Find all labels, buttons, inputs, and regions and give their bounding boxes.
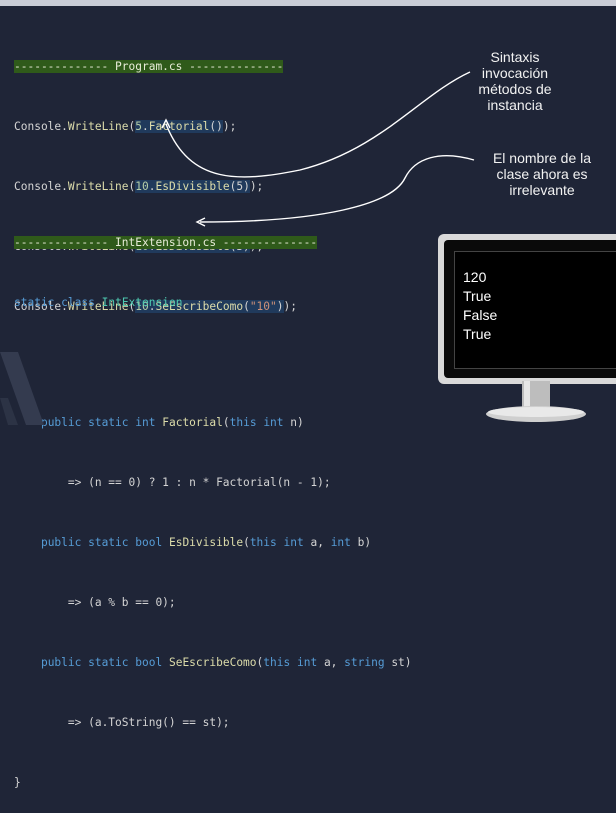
output-line-1: 120 [463,269,487,285]
console-output: 120 True False True [463,268,497,344]
annotation-syntax-note: Sintaxis invocación métodos de instancia [478,49,552,113]
method-factorial: public static int Factorial(this int n) [40,416,304,429]
annotation-classname-note: El nombre de la clase ahora es irrelevan… [492,150,592,198]
method-seescribecomo: public static bool SeEscribeComo(this in… [40,656,412,669]
console-monitor: 120 True False True [438,234,616,384]
extension-header: -------------- IntExtension.cs ---------… [14,236,318,249]
method-esdivisible: public static bool EsDivisible(this int … [40,536,372,549]
program-line-1: Console.WriteLine(5.Factorial()); [14,120,237,133]
console-screen: 120 True False True [454,251,616,369]
output-line-4: True [463,326,492,342]
method-seescribecomo-body: => (a.ToString() == st); [67,716,230,729]
method-factorial-body: => (n == 0) ? 1 : n * Factorial(n - 1); [67,476,331,489]
extension-code-block: -------------- IntExtension.cs ---------… [14,193,412,813]
method-esdivisible-body: => (a % b == 0); [67,596,176,609]
program-header: -------------- Program.cs -------------- [14,60,284,73]
top-bar [0,0,616,6]
monitor-bezel: 120 True False True [444,240,616,378]
brace-open: { [14,356,21,369]
class-declaration: static class IntExtension [14,296,183,309]
output-line-2: True [463,288,492,304]
brace-close: } [14,776,21,789]
monitor-stand [486,381,586,422]
output-line-3: False [463,307,498,323]
